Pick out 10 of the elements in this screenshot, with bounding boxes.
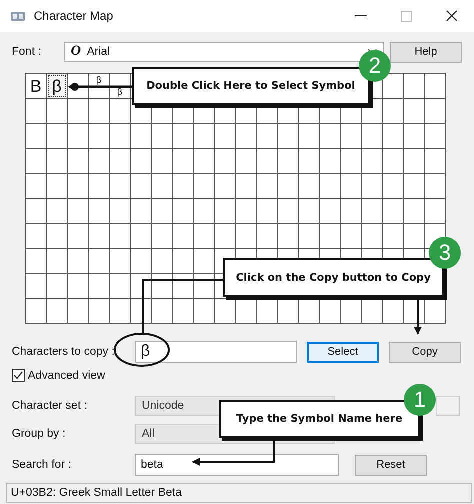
window-title: Character Map bbox=[34, 9, 114, 23]
advanced-view-label: Advanced view bbox=[28, 370, 106, 382]
group-by-label: Group by : bbox=[12, 428, 67, 440]
callout-tooltip: Double Click Here to Select Symbol bbox=[132, 67, 370, 105]
step-number-badge: 3 bbox=[429, 237, 461, 269]
character-set-label: Character set : bbox=[12, 400, 88, 412]
characters-to-copy-label: Characters to copy : bbox=[12, 346, 116, 358]
status-bar: U+03B2: Greek Small Letter Beta bbox=[6, 483, 472, 503]
font-label: Font : bbox=[12, 46, 42, 58]
search-for-label: Search for : bbox=[12, 459, 72, 471]
